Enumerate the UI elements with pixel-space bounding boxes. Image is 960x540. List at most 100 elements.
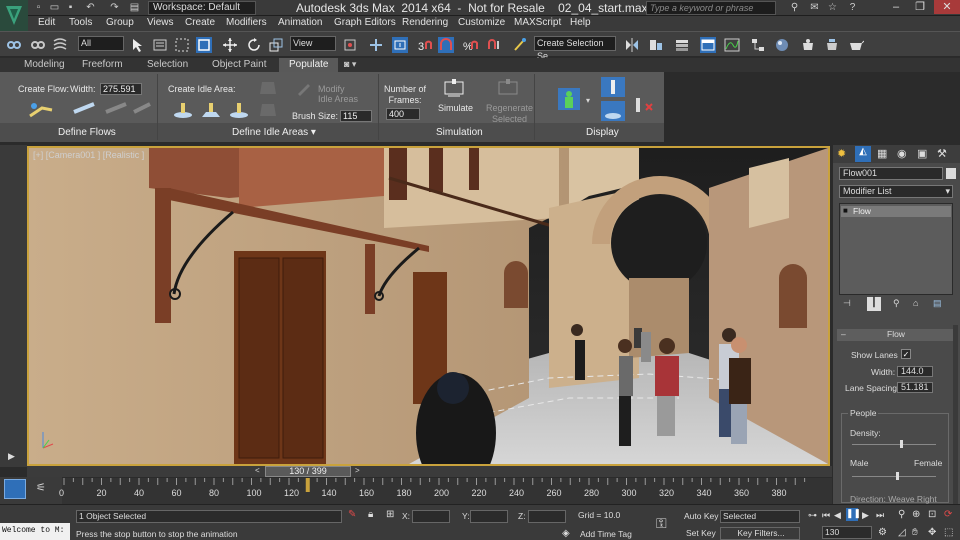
key-mode-toggle-icon[interactable]: ⊶ <box>808 510 817 521</box>
close-icon[interactable]: ✕ <box>934 0 960 14</box>
make-unique-icon[interactable]: ⚲ <box>893 298 900 309</box>
show-lanes-checkbox[interactable]: ✓ <box>901 349 911 359</box>
flow-width-spinner[interactable]: 275.591 <box>100 83 142 95</box>
search-input[interactable]: Type a keyword or phrase <box>646 1 776 15</box>
set-key-icon[interactable]: ⚿ <box>656 515 667 532</box>
show-end-result-icon[interactable]: ┃ <box>867 297 881 311</box>
brush-size-spinner[interactable]: 115 <box>340 110 372 122</box>
redo-icon[interactable]: ↷ <box>108 2 121 14</box>
modify-tab-icon[interactable]: ◭ <box>855 146 871 162</box>
lane-spacing-spinner[interactable]: 51.181 <box>897 382 933 393</box>
time-slider-next-icon[interactable]: > <box>355 466 360 475</box>
help-icon[interactable]: ? <box>846 2 859 14</box>
app-logo[interactable] <box>0 0 28 31</box>
y-coordinate-field[interactable] <box>470 510 508 523</box>
zoom-icon[interactable]: ⚲ <box>898 509 905 520</box>
curve-editor-icon[interactable] <box>724 37 740 53</box>
create-flow-curve-icon[interactable] <box>104 100 130 116</box>
render-production-icon[interactable] <box>848 37 864 53</box>
render-setup-icon[interactable] <box>800 37 816 53</box>
minimize-icon[interactable]: – <box>884 0 908 14</box>
select-manipulate-icon[interactable] <box>368 37 384 53</box>
select-by-name-icon[interactable] <box>152 37 168 53</box>
density-slider-handle[interactable] <box>900 440 903 448</box>
display-flows-icon[interactable] <box>600 76 626 98</box>
track-bar-menu-icon[interactable]: ⚟ <box>36 481 46 494</box>
selection-lock-icon[interactable]: 🔒︎ <box>368 509 373 520</box>
keyboard-shortcut-override-icon[interactable] <box>392 37 408 53</box>
key-filters-button[interactable]: Key Filters... <box>720 527 800 540</box>
go-to-end-icon[interactable]: ⏭ <box>876 510 884 521</box>
pivot-point-icon[interactable] <box>342 37 358 53</box>
mirror-icon[interactable] <box>624 37 640 53</box>
search-icon[interactable]: ⚲ <box>788 2 801 14</box>
menu-customize[interactable]: Customize <box>458 17 505 28</box>
delete-simulation-icon[interactable] <box>632 96 656 116</box>
display-people-icon[interactable] <box>554 86 584 112</box>
display-panel-label[interactable]: Display <box>586 127 619 138</box>
toggle-ribbon-icon[interactable] <box>700 37 716 53</box>
percent-snap-icon[interactable]: % <box>462 37 478 53</box>
create-tab-icon[interactable]: ✹ <box>837 147 846 160</box>
menu-rendering[interactable]: Rendering <box>402 17 448 28</box>
define-flows-panel-label[interactable]: Define Flows <box>58 127 116 138</box>
idle-area-erase-icon[interactable] <box>258 102 278 118</box>
z-coordinate-field[interactable] <box>528 510 566 523</box>
idle-area-paint-icon[interactable] <box>258 80 278 96</box>
motion-tab-icon[interactable]: ◉ <box>897 147 907 160</box>
ribbon-options-icon[interactable]: ◙ ▾ <box>344 59 356 70</box>
undo-icon[interactable]: ↶ <box>84 2 97 14</box>
menu-views[interactable]: Views <box>147 17 174 28</box>
time-configuration-icon[interactable]: ⚙ <box>878 527 887 538</box>
menu-help[interactable]: Help <box>570 17 591 28</box>
simulate-icon[interactable] <box>442 78 466 100</box>
modifier-stack-item[interactable]: ■ Flow <box>841 206 951 217</box>
tab-object-paint[interactable]: Object Paint <box>212 59 266 70</box>
selection-filter-dropdown[interactable]: All <box>78 36 124 51</box>
mini-curve-editor-icon[interactable] <box>4 479 26 499</box>
rendered-frame-window-icon[interactable] <box>824 37 840 53</box>
select-and-scale-icon[interactable] <box>268 37 284 53</box>
create-flow-ramp-icon[interactable] <box>132 100 152 116</box>
field-of-view-icon[interactable]: ◿ <box>898 527 906 538</box>
select-object-icon[interactable] <box>130 37 146 53</box>
menu-edit[interactable]: Edit <box>38 17 55 28</box>
x-coordinate-field[interactable] <box>412 510 450 523</box>
configure-modifier-sets-icon[interactable]: ▤ <box>933 298 942 309</box>
next-frame-icon[interactable]: ▶ <box>862 510 869 521</box>
create-flow-segment-icon[interactable] <box>72 100 98 116</box>
subscription-icon[interactable]: ✉ <box>808 2 821 14</box>
create-flow-icon[interactable] <box>28 100 54 120</box>
select-and-link-icon[interactable] <box>6 37 22 53</box>
tab-freeform[interactable]: Freeform <box>82 59 123 70</box>
viewport-label[interactable]: [+] [Camera001 ] [Realistic ] <box>33 150 144 160</box>
object-name-field[interactable]: Flow001 <box>839 167 943 180</box>
go-to-start-icon[interactable]: ⏮ <box>822 510 830 521</box>
menu-modifiers[interactable]: Modifiers <box>226 17 267 28</box>
gender-ratio-slider[interactable] <box>852 476 936 477</box>
spinner-snap-icon[interactable] <box>486 37 502 53</box>
current-frame-marker[interactable] <box>305 478 310 492</box>
zoom-all-icon[interactable]: ⊕ <box>912 509 920 520</box>
define-idle-areas-panel-label[interactable]: Define Idle Areas ▾ <box>232 127 316 138</box>
previous-frame-icon[interactable]: ◀ <box>834 510 841 521</box>
rectangular-selection-icon[interactable] <box>174 37 190 53</box>
density-slider[interactable] <box>852 444 936 445</box>
unlink-icon[interactable] <box>30 37 46 53</box>
tab-modeling[interactable]: Modeling <box>24 59 65 70</box>
menu-create[interactable]: Create <box>185 17 215 28</box>
project-folder-icon[interactable]: ▤ <box>128 2 141 14</box>
simulation-panel-label[interactable]: Simulation <box>436 127 483 138</box>
display-idle-areas-icon[interactable] <box>600 100 626 122</box>
align-icon[interactable] <box>648 37 664 53</box>
key-mode-dropdown[interactable]: Selected <box>720 510 800 523</box>
maximize-viewport-icon[interactable]: ⬚ <box>944 527 953 538</box>
schematic-view-icon[interactable] <box>750 37 766 53</box>
menu-maxscript[interactable]: MAXScript <box>514 17 561 28</box>
time-slider-thumb[interactable]: 130 / 399 <box>265 466 351 477</box>
open-file-icon[interactable]: ▭ <box>48 2 61 14</box>
pan-icon[interactable]: ✋︎ <box>912 527 918 538</box>
tab-selection[interactable]: Selection <box>147 59 188 70</box>
stop-icon[interactable]: ❚❚ <box>846 508 861 521</box>
add-time-tag-button[interactable]: Add Time Tag <box>580 529 632 539</box>
